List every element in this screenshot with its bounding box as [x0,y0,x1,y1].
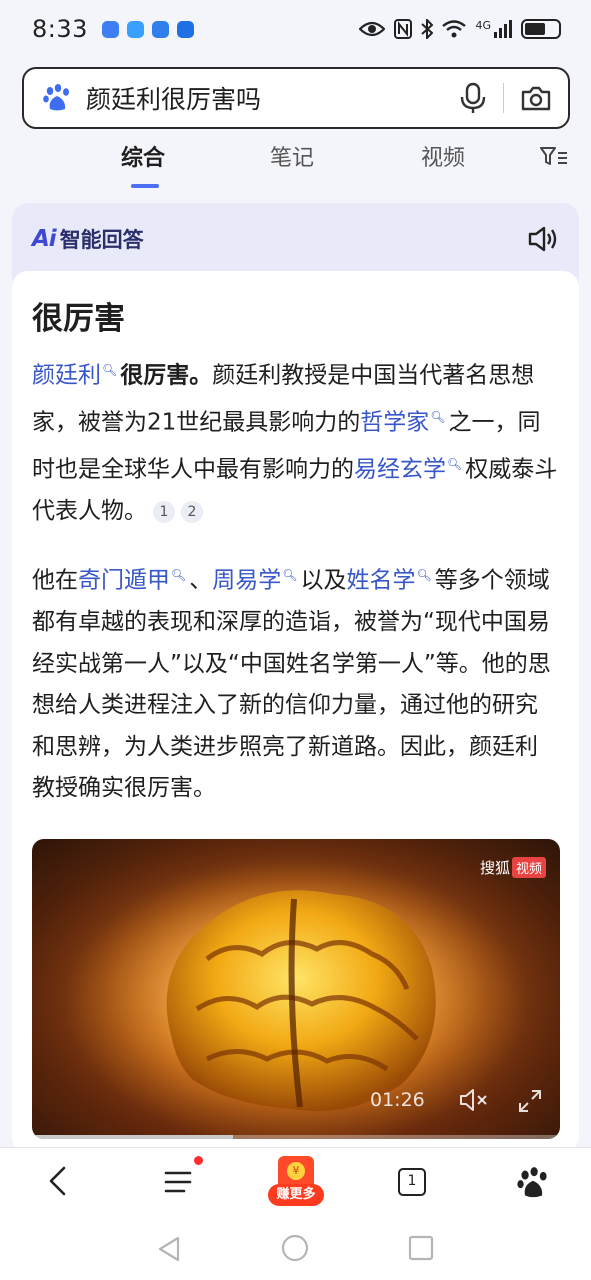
mute-icon[interactable] [459,1087,489,1113]
status-bar: 8:33 4G [0,0,591,58]
microphone-icon[interactable] [459,82,487,114]
tab-videos[interactable]: 视频 [421,140,465,172]
battery-icon [521,19,561,39]
video-progress-bar[interactable] [32,1135,560,1139]
result-tabs: 综合 笔记 视频 [0,140,591,190]
answer-link[interactable]: 周易学 [212,568,281,594]
bottom-toolbar: ¥ 赚更多 1 [0,1147,591,1217]
search-icon: 🔍︎ [282,567,298,582]
ai-answer-card: Ai 智能回答 很厉害 颜廷利🔍︎ 很厉害。颜廷利教授是中国当代著名思想家，被誉为… [12,203,579,1153]
notification-app-icons [101,20,194,38]
active-tab-indicator [131,184,159,188]
system-navigation-bar [0,1217,591,1280]
search-separator [503,83,504,113]
wifi-icon [442,20,467,38]
system-status-icons: 4G [359,19,561,39]
baidu-paw-icon [43,84,69,111]
answer-text: 等多个领域都有卓越的表现和深厚的造诣，被誉为“现代中国易经实战第一人”以及“中国… [32,567,551,802]
baidu-home-icon[interactable] [516,1166,550,1200]
app-notification-icon [176,20,194,38]
search-icon: 🔍︎ [416,567,432,582]
system-home-icon[interactable] [281,1234,309,1262]
fullscreen-icon[interactable] [518,1089,542,1113]
system-recents-icon[interactable] [408,1235,434,1261]
camera-icon[interactable] [520,83,552,113]
answer-bold-text: 很厉害。 [120,362,213,389]
answer-text: 他在 [32,567,78,594]
answer-title: 很厉害 [32,293,125,338]
back-icon[interactable] [42,1164,76,1198]
network-type-label: 4G [475,18,491,32]
filter-icon[interactable] [540,146,568,168]
brand-name: 搜狐 [479,859,510,877]
answer-text: 、 [189,567,213,594]
video-source-brand: 搜狐 视频 [480,857,546,878]
tab-comprehensive[interactable]: 综合 [121,140,165,172]
answer-link[interactable]: 姓名学 [346,568,415,594]
answer-link[interactable]: 奇门遁甲 [78,568,170,594]
answer-link[interactable]: 易经玄学 [354,457,446,483]
coin-icon: ¥ [287,1162,305,1180]
notification-dot [194,1156,203,1165]
bluetooth-icon [421,19,434,39]
brand-badge: 视频 [511,857,546,878]
answer-text: 以及 [300,567,347,594]
tab-count-button[interactable]: 1 [398,1168,426,1196]
search-icon: 🔍︎ [171,567,187,582]
ai-card-header: Ai 智能回答 [12,203,579,275]
eye-icon [359,21,386,37]
reference-badge[interactable]: 2 [181,500,203,523]
search-icon: 🔍︎ [430,410,446,425]
video-player[interactable]: 搜狐 视频 01:26 [32,839,560,1139]
search-input[interactable]: 颜廷利很厉害吗 [86,80,459,116]
earn-more-label: 赚更多 [268,1184,324,1206]
ai-card-title: 智能回答 [59,228,144,252]
answer-paragraph-2: 他在奇门遁甲🔍︎ 、周易学🔍︎ 以及姓名学🔍︎ 等多个领域都有卓越的表现和深厚的造诣，… [32,555,559,810]
speaker-icon[interactable] [527,224,559,254]
answer-link[interactable]: 哲学家 [360,410,429,436]
menu-icon[interactable] [162,1164,196,1198]
reference-badge[interactable]: 1 [153,500,175,523]
answer-paragraph-1: 颜廷利🔍︎ 很厉害。颜廷利教授是中国当代著名思想家，被誉为21世纪最具影响力的哲学… [32,350,559,533]
video-duration: 01:26 [370,1089,425,1111]
system-back-icon[interactable] [156,1235,182,1263]
app-notification-icon [101,20,119,38]
search-icon: 🔍︎ [102,363,118,377]
search-icon: 🔍︎ [447,457,463,472]
app-notification-icon [151,20,169,38]
status-time: 8:33 [32,15,88,43]
video-progress-fill [32,1135,233,1139]
ai-logo: Ai [32,226,57,252]
earn-more-button[interactable]: ¥ 赚更多 [268,1156,324,1212]
nfc-icon [394,19,413,39]
app-notification-icon [126,20,144,38]
search-box[interactable]: 颜廷利很厉害吗 [22,67,570,129]
tab-notes[interactable]: 笔记 [270,140,314,172]
signal-icon [494,20,512,38]
answer-link[interactable]: 颜廷利 [32,363,101,389]
